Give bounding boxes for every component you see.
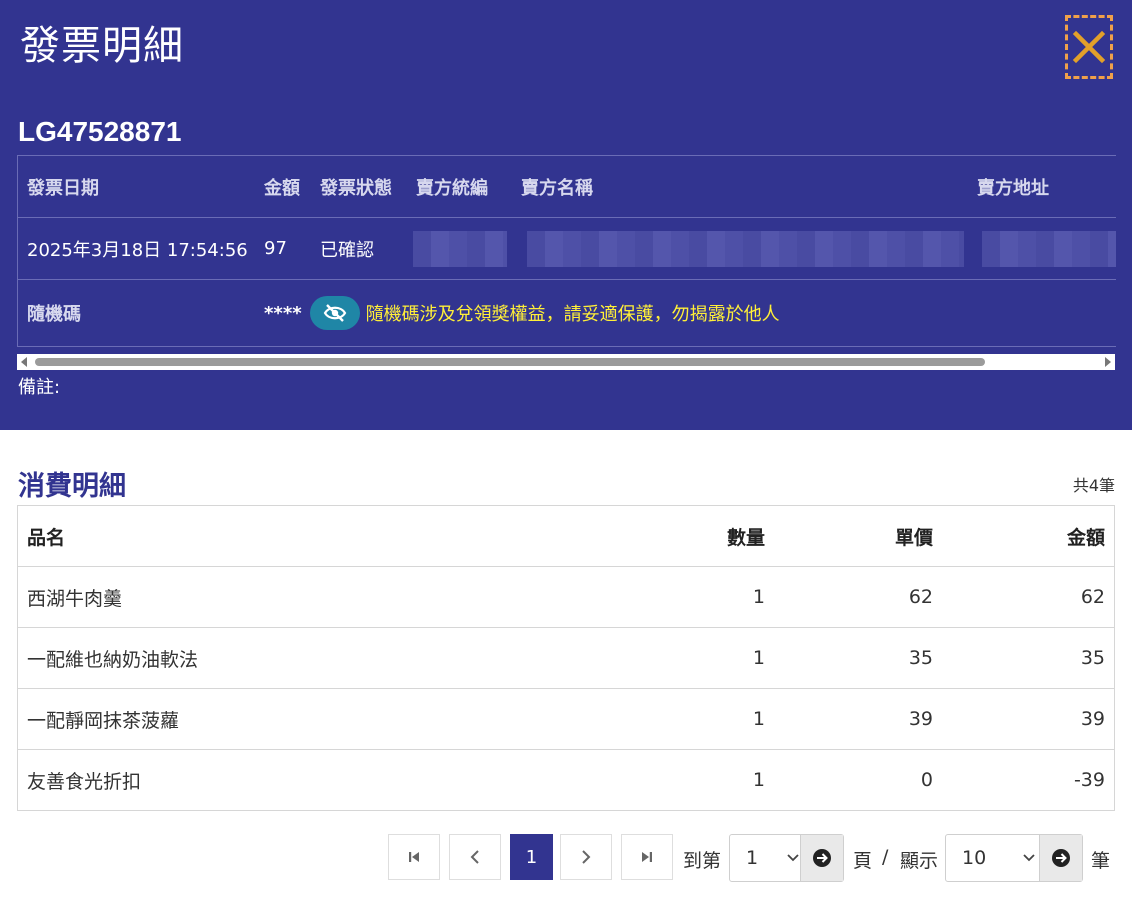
page-size-select[interactable]: 10 <box>945 834 1083 882</box>
random-code-warning: 隨機碼涉及兌領獎權益，請妥適保護，勿揭露於他人 <box>365 304 780 325</box>
display-label: 顯示 <box>900 850 939 872</box>
info-header-row: 發票日期 金額 發票狀態 賣方統編 賣方名稱 賣方地址 <box>18 156 1116 218</box>
seller-tax-id-redacted <box>413 231 507 267</box>
item-unit-price: 35 <box>774 627 942 689</box>
random-code-value: **** <box>264 302 302 324</box>
item-name: 一配維也納奶油軟法 <box>17 627 596 689</box>
last-page-button[interactable] <box>621 834 673 880</box>
seller-name-redacted <box>527 231 964 267</box>
close-button[interactable] <box>1065 15 1113 79</box>
details-title: 消費明細 <box>18 471 126 502</box>
table-row: 友善食光折扣 1 0 -39 <box>17 749 1115 811</box>
amount-value: 97 <box>264 238 287 259</box>
last-page-icon <box>642 852 652 862</box>
random-code-group: **** 隨機碼涉及兌領獎權益，請妥適保護，勿揭露於他人 <box>264 280 780 346</box>
first-page-button[interactable] <box>388 834 440 880</box>
item-name: 西湖牛肉羹 <box>17 566 596 628</box>
col-seller-address: 賣方地址 <box>977 177 1049 199</box>
remark-label: 備註: <box>18 377 61 398</box>
toggle-visibility-button[interactable] <box>309 296 360 330</box>
goto-page-button[interactable] <box>800 835 843 881</box>
chevron-down-icon <box>787 854 799 862</box>
goto-page-value: 1 <box>746 847 759 869</box>
item-amount: 35 <box>942 627 1115 689</box>
invoice-detail-panel: 發票明細 LG47528871 發票日期 金額 發票狀態 賣方統編 賣方名稱 賣… <box>0 0 1132 430</box>
item-quantity: 1 <box>596 566 774 628</box>
seller-address-redacted <box>982 231 1116 267</box>
col-item-amount: 金額 <box>942 505 1115 567</box>
first-page-icon <box>409 852 419 862</box>
arrow-right-circle-icon <box>813 849 831 867</box>
prev-page-button[interactable] <box>449 834 501 880</box>
dialog-title: 發票明細 <box>20 23 184 69</box>
invoice-number: LG47528871 <box>18 116 182 147</box>
separator: / <box>882 846 889 868</box>
item-amount: 62 <box>942 566 1115 628</box>
details-header-row: 品名 數量 單價 金額 <box>17 505 1115 567</box>
col-invoice-date: 發票日期 <box>27 177 99 199</box>
random-code-row: 隨機碼 **** 隨機碼涉及兌領獎權益，請妥適保護，勿揭露於他人 <box>18 280 1116 346</box>
chevron-down-icon <box>1023 854 1035 862</box>
horizontal-scrollbar[interactable] <box>17 354 1115 370</box>
page-unit-label: 頁 <box>853 850 873 872</box>
col-seller-tax-id: 賣方統編 <box>416 177 488 199</box>
chevron-left-icon <box>470 850 479 864</box>
scroll-thumb[interactable] <box>35 358 985 366</box>
table-row: 一配靜岡抹茶菠蘿 1 39 39 <box>17 688 1115 750</box>
next-page-button[interactable] <box>560 834 612 880</box>
col-unit-price: 單價 <box>774 505 942 567</box>
arrow-right-circle-icon <box>1052 849 1070 867</box>
col-quantity: 數量 <box>596 505 774 567</box>
random-code-label: 隨機碼 <box>27 304 81 325</box>
info-data-row: 2025年3月18日 17:54:56 97 已確認 <box>18 218 1116 280</box>
scroll-left-icon[interactable] <box>21 357 27 367</box>
item-name: 友善食光折扣 <box>17 749 596 811</box>
details-table: 品名 數量 單價 金額 西湖牛肉羹 1 62 62 一配維也納奶油軟法 1 35… <box>17 505 1115 811</box>
status-value: 已確認 <box>320 239 374 261</box>
eye-off-icon <box>323 304 346 322</box>
item-unit-price: 39 <box>774 688 942 750</box>
col-seller-name: 賣方名稱 <box>521 177 593 199</box>
page-button-current[interactable]: 1 <box>510 834 553 880</box>
chevron-right-icon <box>582 850 591 864</box>
item-amount: 39 <box>942 688 1115 750</box>
close-icon <box>1072 30 1106 64</box>
col-invoice-status: 發票狀態 <box>320 177 392 199</box>
item-unit-price: 0 <box>774 749 942 811</box>
item-quantity: 1 <box>596 627 774 689</box>
goto-label: 到第 <box>683 850 722 872</box>
item-quantity: 1 <box>596 688 774 750</box>
table-row: 西湖牛肉羹 1 62 62 <box>17 566 1115 628</box>
page-size-value: 10 <box>962 847 987 869</box>
goto-page-select[interactable]: 1 <box>729 834 844 882</box>
item-quantity: 1 <box>596 749 774 811</box>
item-amount: -39 <box>942 749 1115 811</box>
record-count: 共4筆 <box>1072 476 1115 495</box>
records-unit-label: 筆 <box>1091 850 1111 872</box>
invoice-info-table: 發票日期 金額 發票狀態 賣方統編 賣方名稱 賣方地址 2025年3月18日 1… <box>17 155 1116 347</box>
table-row: 一配維也納奶油軟法 1 35 35 <box>17 627 1115 689</box>
invoice-date-value: 2025年3月18日 17:54:56 <box>27 239 248 261</box>
item-name: 一配靜岡抹茶菠蘿 <box>17 688 596 750</box>
col-amount: 金額 <box>264 177 300 199</box>
apply-page-size-button[interactable] <box>1039 835 1082 881</box>
col-item-name: 品名 <box>17 505 596 567</box>
item-unit-price: 62 <box>774 566 942 628</box>
scroll-right-icon[interactable] <box>1105 357 1111 367</box>
